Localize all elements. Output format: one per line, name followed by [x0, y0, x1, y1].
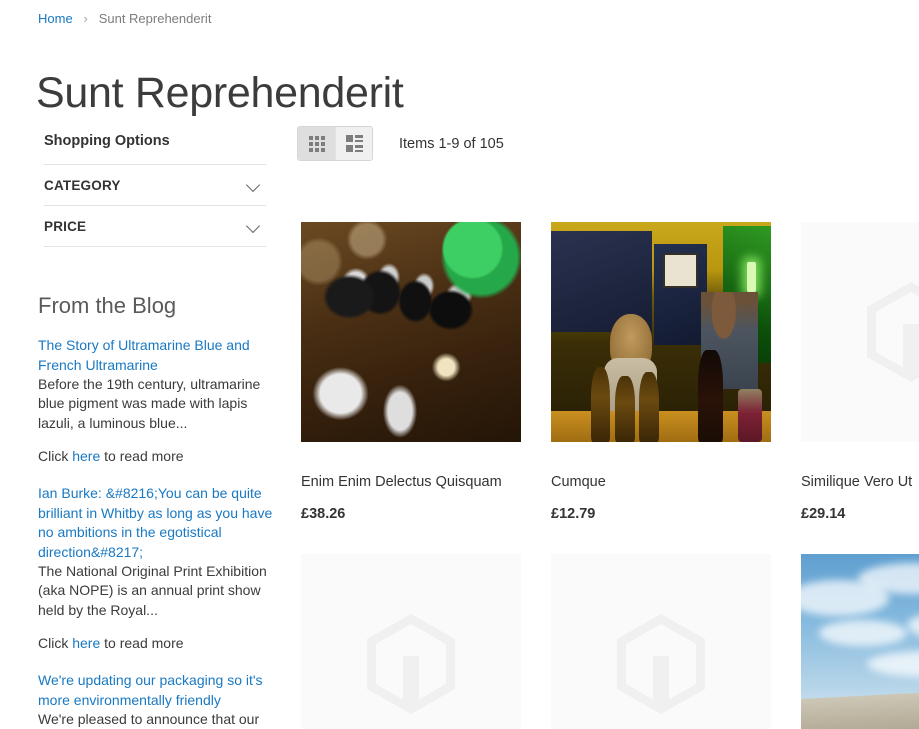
product-price: £29.14: [801, 506, 846, 522]
breadcrumb-home-link[interactable]: Home: [38, 10, 73, 28]
view-mode-switcher: [297, 126, 373, 161]
product-name[interactable]: Enim Enim Delectus Quisquam: [301, 472, 521, 492]
blog-post-excerpt: The National Original Print Exhibition (…: [38, 563, 267, 618]
product-item[interactable]: Enim Enim Delectus Quisquam £38.26: [301, 222, 521, 524]
product-image[interactable]: [801, 222, 919, 442]
blog-post-excerpt: Before the 19th century, ultramarine blu…: [38, 376, 261, 431]
product-grid: Enim Enim Delectus Quisquam £38.26 Cumqu…: [301, 222, 919, 729]
product-image[interactable]: [551, 554, 771, 729]
blog-here-link[interactable]: here: [72, 448, 100, 464]
product-row: [301, 554, 919, 729]
product-item[interactable]: Cumque £12.79: [551, 222, 771, 524]
blog-heading: From the Blog: [38, 293, 177, 318]
circuit-board-photo: [301, 222, 521, 442]
product-price: £38.26: [301, 506, 346, 522]
items-count: Items 1-9 of 105: [399, 135, 504, 152]
breadcrumb: Home › Sunt Reprehenderit: [38, 10, 211, 28]
product-price: £12.79: [551, 506, 596, 522]
placeholder-image: [301, 554, 521, 729]
grid-view-button[interactable]: [298, 127, 335, 160]
blog-post-link[interactable]: The Story of Ultramarine Blue and French…: [38, 336, 278, 375]
category-page: Home › Sunt Reprehenderit Sunt Reprehend…: [0, 0, 919, 729]
page-title: Sunt Reprehenderit: [36, 68, 404, 117]
sidebar-filter-category[interactable]: CATEGORY: [44, 165, 266, 206]
placeholder-image: [551, 554, 771, 729]
list-view-button[interactable]: [335, 127, 372, 160]
sky-monument-photo: [801, 554, 919, 729]
filter-list: CATEGORY PRICE: [44, 164, 266, 247]
product-row: Enim Enim Delectus Quisquam £38.26 Cumqu…: [301, 222, 919, 524]
sidebar: Shopping Options CATEGORY PRICE: [44, 130, 266, 247]
product-item[interactable]: [551, 554, 771, 729]
blog-post-link[interactable]: We're updating our packaging so it's mor…: [38, 671, 278, 710]
placeholder-image: [801, 222, 919, 442]
shopping-options-title: Shopping Options: [44, 133, 170, 149]
click-suffix: to read more: [100, 635, 184, 652]
click-prefix: Click: [38, 635, 73, 652]
blog-post-link[interactable]: Ian Burke: &#8216;You can be quite brill…: [38, 484, 278, 562]
blog-post: The Story of Ultramarine Blue and French…: [38, 336, 278, 433]
list-view-icon: [345, 135, 363, 152]
blog-post-excerpt: We're pleased to announce that our packa…: [38, 711, 260, 728]
product-image[interactable]: [301, 222, 521, 442]
breadcrumb-current: Sunt Reprehenderit: [98, 11, 212, 26]
from-the-blog-block: From the Blog The Story of Ultramarine B…: [38, 292, 278, 729]
blog-read-more: Click here to read more: [38, 447, 278, 466]
grid-view-icon: [308, 135, 325, 152]
blog-post: We're updating our packaging so it's mor…: [38, 671, 278, 729]
sidebar-filter-price[interactable]: PRICE: [44, 206, 266, 247]
click-prefix: Click: [38, 447, 73, 464]
product-item[interactable]: Similique Vero Ut £29.14: [801, 222, 919, 524]
product-name[interactable]: Cumque: [551, 472, 771, 492]
chevron-down-icon: [247, 219, 261, 233]
product-image[interactable]: [801, 554, 919, 729]
blog-read-more: Click here to read more: [38, 634, 278, 653]
product-name[interactable]: Similique Vero Ut: [801, 472, 919, 492]
product-item[interactable]: [801, 554, 919, 729]
blog-post: Ian Burke: &#8216;You can be quite brill…: [38, 484, 278, 620]
product-item[interactable]: [301, 554, 521, 729]
product-toolbar: Items 1-9 of 105: [297, 126, 504, 161]
breadcrumb-separator-icon: ›: [83, 11, 88, 26]
blog-here-link[interactable]: here: [72, 635, 100, 651]
product-image[interactable]: [551, 222, 771, 442]
filter-label: PRICE: [44, 218, 87, 234]
pub-interior-photo: [551, 222, 771, 442]
product-image[interactable]: [301, 554, 521, 729]
filter-label: CATEGORY: [44, 177, 121, 193]
click-suffix: to read more: [100, 447, 184, 464]
chevron-down-icon: [247, 178, 261, 192]
